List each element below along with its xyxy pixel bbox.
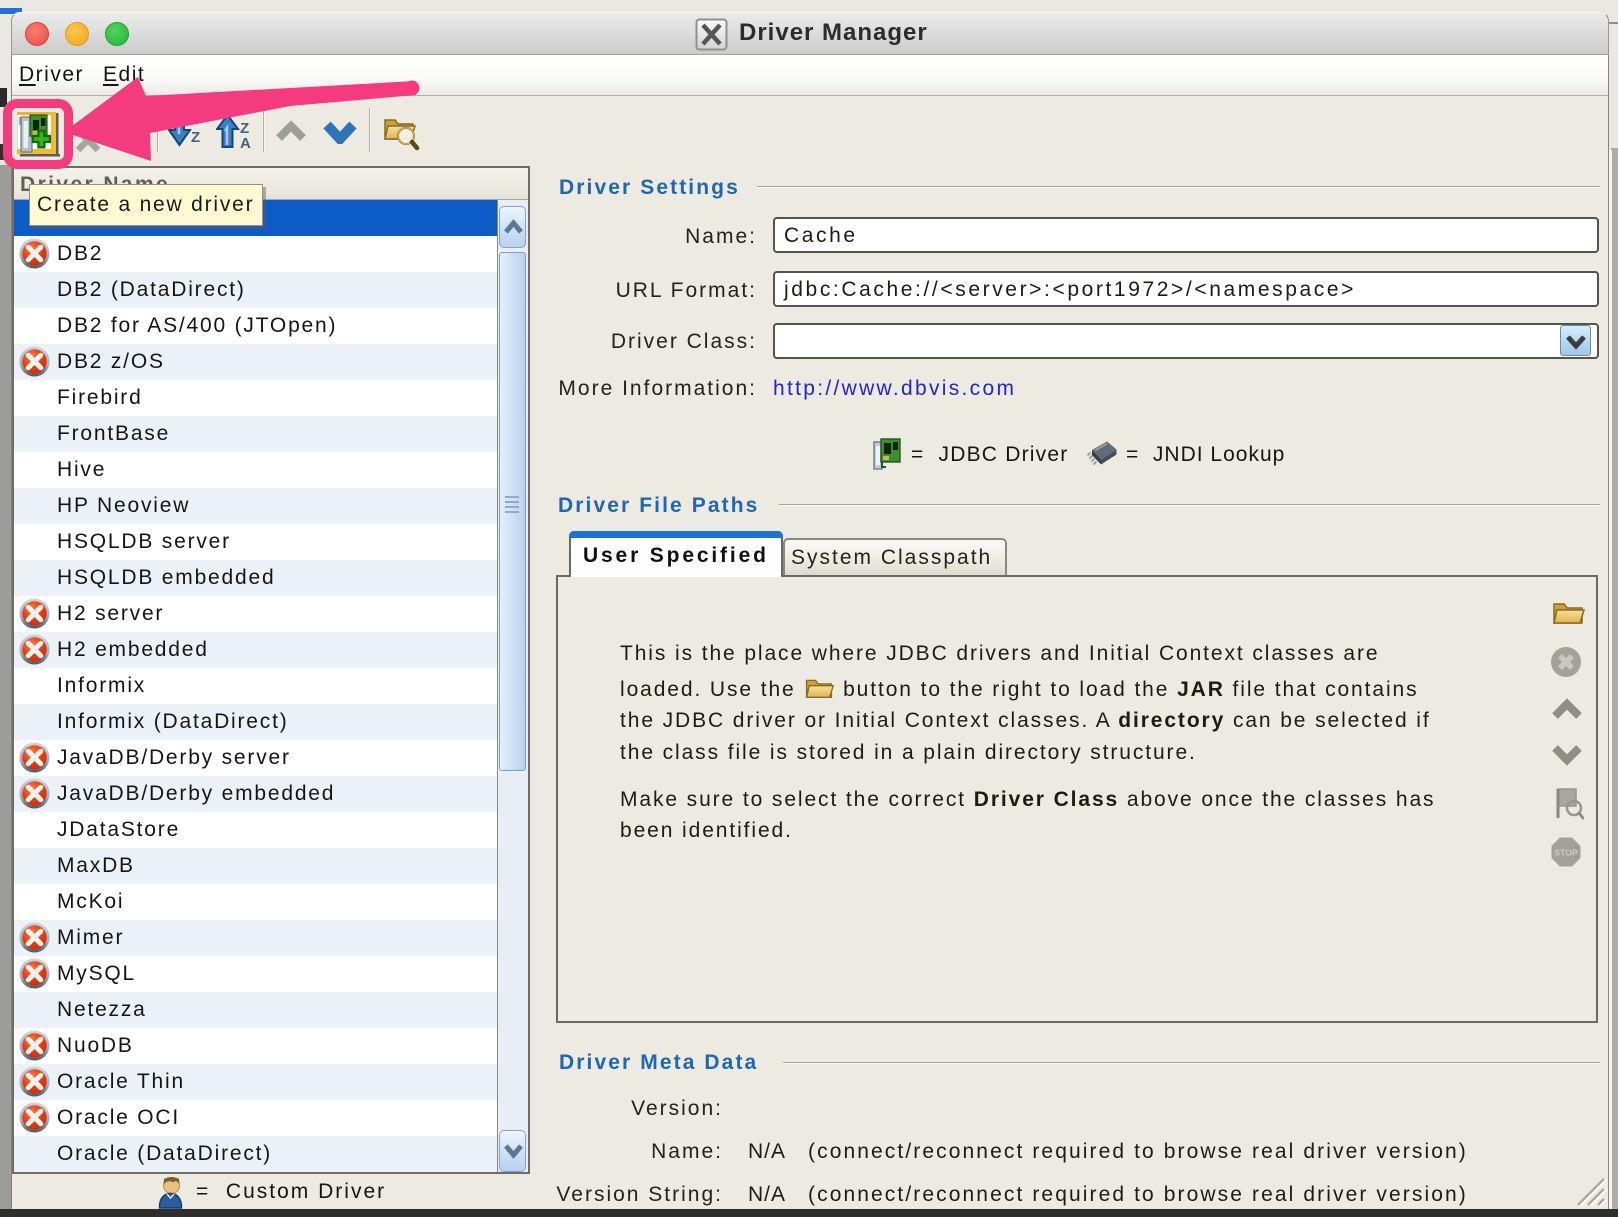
svg-text:Z: Z [191, 129, 200, 146]
svg-text:STOP: STOP [1555, 848, 1578, 858]
svg-text:A: A [240, 135, 251, 150]
svg-text:A: A [191, 110, 202, 127]
